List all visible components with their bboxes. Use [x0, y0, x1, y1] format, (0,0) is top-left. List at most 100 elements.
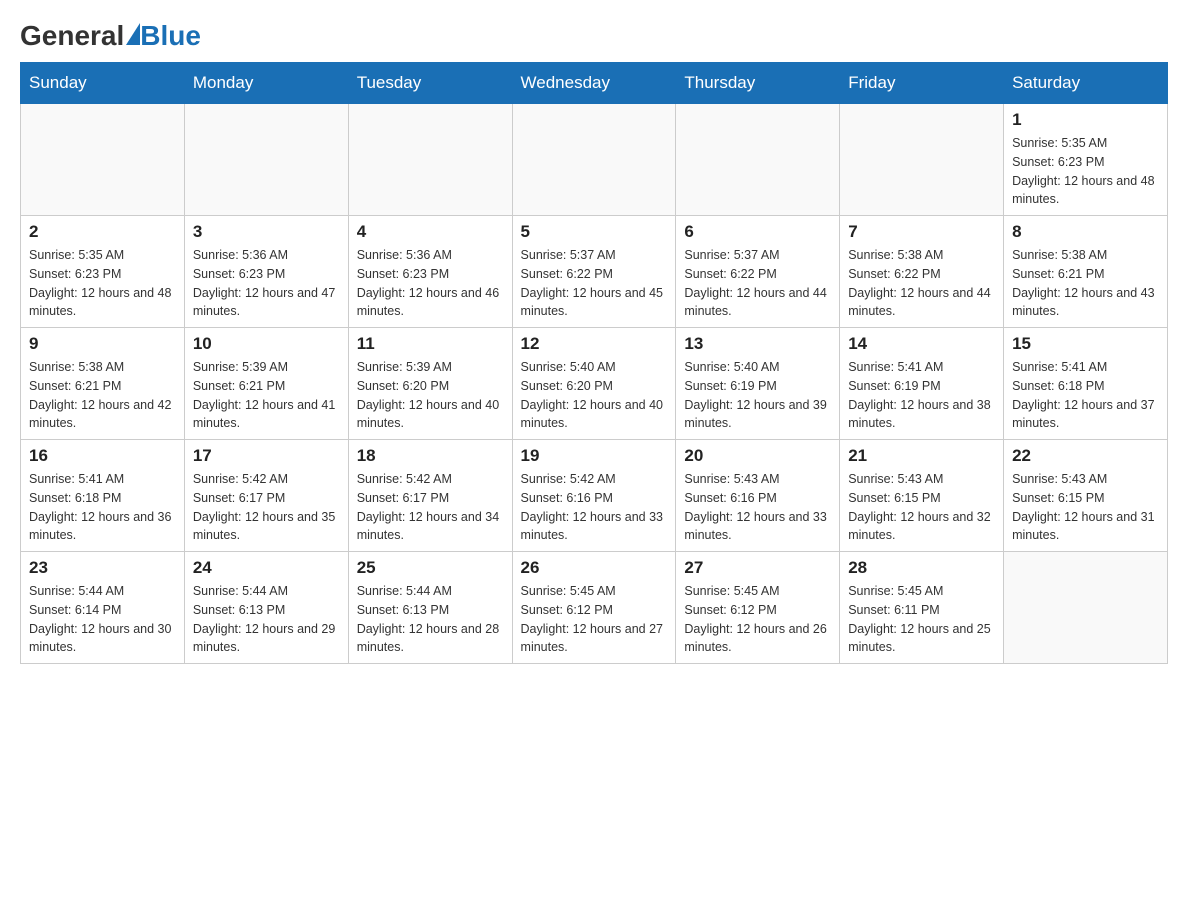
calendar-cell — [21, 104, 185, 216]
day-info: Sunrise: 5:41 AMSunset: 6:18 PMDaylight:… — [1012, 358, 1159, 433]
calendar-cell: 23 Sunrise: 5:44 AMSunset: 6:14 PMDayligh… — [21, 552, 185, 664]
day-info: Sunrise: 5:38 AMSunset: 6:22 PMDaylight:… — [848, 246, 995, 321]
day-number: 16 — [29, 446, 176, 466]
calendar-cell: 25 Sunrise: 5:44 AMSunset: 6:13 PMDayligh… — [348, 552, 512, 664]
calendar-cell: 24 Sunrise: 5:44 AMSunset: 6:13 PMDayligh… — [184, 552, 348, 664]
day-number: 18 — [357, 446, 504, 466]
day-number: 6 — [684, 222, 831, 242]
day-info: Sunrise: 5:44 AMSunset: 6:14 PMDaylight:… — [29, 582, 176, 657]
day-info: Sunrise: 5:41 AMSunset: 6:19 PMDaylight:… — [848, 358, 995, 433]
day-info: Sunrise: 5:35 AMSunset: 6:23 PMDaylight:… — [1012, 134, 1159, 209]
day-number: 8 — [1012, 222, 1159, 242]
day-number: 22 — [1012, 446, 1159, 466]
weekday-header-tuesday: Tuesday — [348, 63, 512, 104]
day-number: 4 — [357, 222, 504, 242]
day-info: Sunrise: 5:44 AMSunset: 6:13 PMDaylight:… — [193, 582, 340, 657]
day-number: 26 — [521, 558, 668, 578]
calendar-cell — [676, 104, 840, 216]
calendar-cell: 5 Sunrise: 5:37 AMSunset: 6:22 PMDaylight… — [512, 216, 676, 328]
day-number: 17 — [193, 446, 340, 466]
day-number: 5 — [521, 222, 668, 242]
day-info: Sunrise: 5:42 AMSunset: 6:17 PMDaylight:… — [357, 470, 504, 545]
day-info: Sunrise: 5:36 AMSunset: 6:23 PMDaylight:… — [193, 246, 340, 321]
day-info: Sunrise: 5:43 AMSunset: 6:15 PMDaylight:… — [848, 470, 995, 545]
weekday-header-saturday: Saturday — [1004, 63, 1168, 104]
day-number: 23 — [29, 558, 176, 578]
calendar-week-3: 9 Sunrise: 5:38 AMSunset: 6:21 PMDaylight… — [21, 328, 1168, 440]
day-info: Sunrise: 5:42 AMSunset: 6:16 PMDaylight:… — [521, 470, 668, 545]
weekday-header-sunday: Sunday — [21, 63, 185, 104]
calendar-cell: 6 Sunrise: 5:37 AMSunset: 6:22 PMDaylight… — [676, 216, 840, 328]
day-info: Sunrise: 5:37 AMSunset: 6:22 PMDaylight:… — [521, 246, 668, 321]
calendar-cell: 18 Sunrise: 5:42 AMSunset: 6:17 PMDayligh… — [348, 440, 512, 552]
day-number: 14 — [848, 334, 995, 354]
calendar-cell: 14 Sunrise: 5:41 AMSunset: 6:19 PMDayligh… — [840, 328, 1004, 440]
calendar-cell — [1004, 552, 1168, 664]
day-info: Sunrise: 5:43 AMSunset: 6:15 PMDaylight:… — [1012, 470, 1159, 545]
calendar-cell: 21 Sunrise: 5:43 AMSunset: 6:15 PMDayligh… — [840, 440, 1004, 552]
day-number: 11 — [357, 334, 504, 354]
calendar-cell: 4 Sunrise: 5:36 AMSunset: 6:23 PMDaylight… — [348, 216, 512, 328]
calendar-cell: 12 Sunrise: 5:40 AMSunset: 6:20 PMDayligh… — [512, 328, 676, 440]
calendar-cell — [184, 104, 348, 216]
day-number: 12 — [521, 334, 668, 354]
day-info: Sunrise: 5:41 AMSunset: 6:18 PMDaylight:… — [29, 470, 176, 545]
day-number: 7 — [848, 222, 995, 242]
day-info: Sunrise: 5:36 AMSunset: 6:23 PMDaylight:… — [357, 246, 504, 321]
day-number: 25 — [357, 558, 504, 578]
day-info: Sunrise: 5:45 AMSunset: 6:12 PMDaylight:… — [521, 582, 668, 657]
day-number: 20 — [684, 446, 831, 466]
day-number: 9 — [29, 334, 176, 354]
day-info: Sunrise: 5:42 AMSunset: 6:17 PMDaylight:… — [193, 470, 340, 545]
logo-general-text: General — [20, 20, 124, 52]
day-info: Sunrise: 5:38 AMSunset: 6:21 PMDaylight:… — [29, 358, 176, 433]
calendar-cell — [348, 104, 512, 216]
calendar-cell: 17 Sunrise: 5:42 AMSunset: 6:17 PMDayligh… — [184, 440, 348, 552]
calendar-cell: 3 Sunrise: 5:36 AMSunset: 6:23 PMDaylight… — [184, 216, 348, 328]
day-info: Sunrise: 5:35 AMSunset: 6:23 PMDaylight:… — [29, 246, 176, 321]
weekday-header-thursday: Thursday — [676, 63, 840, 104]
calendar-cell: 1 Sunrise: 5:35 AMSunset: 6:23 PMDaylight… — [1004, 104, 1168, 216]
weekday-header-wednesday: Wednesday — [512, 63, 676, 104]
day-number: 24 — [193, 558, 340, 578]
day-number: 21 — [848, 446, 995, 466]
day-number: 3 — [193, 222, 340, 242]
calendar-cell — [840, 104, 1004, 216]
page-header: General Blue — [20, 20, 1168, 52]
day-number: 10 — [193, 334, 340, 354]
day-number: 15 — [1012, 334, 1159, 354]
calendar-cell: 11 Sunrise: 5:39 AMSunset: 6:20 PMDayligh… — [348, 328, 512, 440]
day-info: Sunrise: 5:39 AMSunset: 6:21 PMDaylight:… — [193, 358, 340, 433]
calendar-week-5: 23 Sunrise: 5:44 AMSunset: 6:14 PMDayligh… — [21, 552, 1168, 664]
calendar-cell: 2 Sunrise: 5:35 AMSunset: 6:23 PMDaylight… — [21, 216, 185, 328]
day-info: Sunrise: 5:37 AMSunset: 6:22 PMDaylight:… — [684, 246, 831, 321]
day-info: Sunrise: 5:44 AMSunset: 6:13 PMDaylight:… — [357, 582, 504, 657]
day-info: Sunrise: 5:39 AMSunset: 6:20 PMDaylight:… — [357, 358, 504, 433]
calendar-cell: 10 Sunrise: 5:39 AMSunset: 6:21 PMDayligh… — [184, 328, 348, 440]
calendar-cell: 27Sunrise: 5:45 AMSunset: 6:12 PMDayligh… — [676, 552, 840, 664]
logo-blue-text: Blue — [140, 20, 201, 52]
day-number: 27 — [684, 558, 831, 578]
day-number: 2 — [29, 222, 176, 242]
calendar-week-1: 1 Sunrise: 5:35 AMSunset: 6:23 PMDaylight… — [21, 104, 1168, 216]
calendar-table: SundayMondayTuesdayWednesdayThursdayFrid… — [20, 62, 1168, 664]
calendar-cell: 13Sunrise: 5:40 AMSunset: 6:19 PMDayligh… — [676, 328, 840, 440]
calendar-cell: 22 Sunrise: 5:43 AMSunset: 6:15 PMDayligh… — [1004, 440, 1168, 552]
weekday-header-monday: Monday — [184, 63, 348, 104]
calendar-cell: 8 Sunrise: 5:38 AMSunset: 6:21 PMDaylight… — [1004, 216, 1168, 328]
day-number: 28 — [848, 558, 995, 578]
calendar-cell: 28Sunrise: 5:45 AMSunset: 6:11 PMDayligh… — [840, 552, 1004, 664]
calendar-cell: 15 Sunrise: 5:41 AMSunset: 6:18 PMDayligh… — [1004, 328, 1168, 440]
logo-triangle-icon — [126, 23, 140, 45]
calendar-week-2: 2 Sunrise: 5:35 AMSunset: 6:23 PMDaylight… — [21, 216, 1168, 328]
calendar-cell: 26 Sunrise: 5:45 AMSunset: 6:12 PMDayligh… — [512, 552, 676, 664]
logo: General Blue — [20, 20, 201, 52]
day-info: Sunrise: 5:43 AMSunset: 6:16 PMDaylight:… — [684, 470, 831, 545]
weekday-header-friday: Friday — [840, 63, 1004, 104]
day-number: 1 — [1012, 110, 1159, 130]
calendar-week-4: 16 Sunrise: 5:41 AMSunset: 6:18 PMDayligh… — [21, 440, 1168, 552]
calendar-cell: 16 Sunrise: 5:41 AMSunset: 6:18 PMDayligh… — [21, 440, 185, 552]
calendar-cell: 7 Sunrise: 5:38 AMSunset: 6:22 PMDaylight… — [840, 216, 1004, 328]
day-info: Sunrise: 5:38 AMSunset: 6:21 PMDaylight:… — [1012, 246, 1159, 321]
day-info: Sunrise: 5:40 AMSunset: 6:20 PMDaylight:… — [521, 358, 668, 433]
